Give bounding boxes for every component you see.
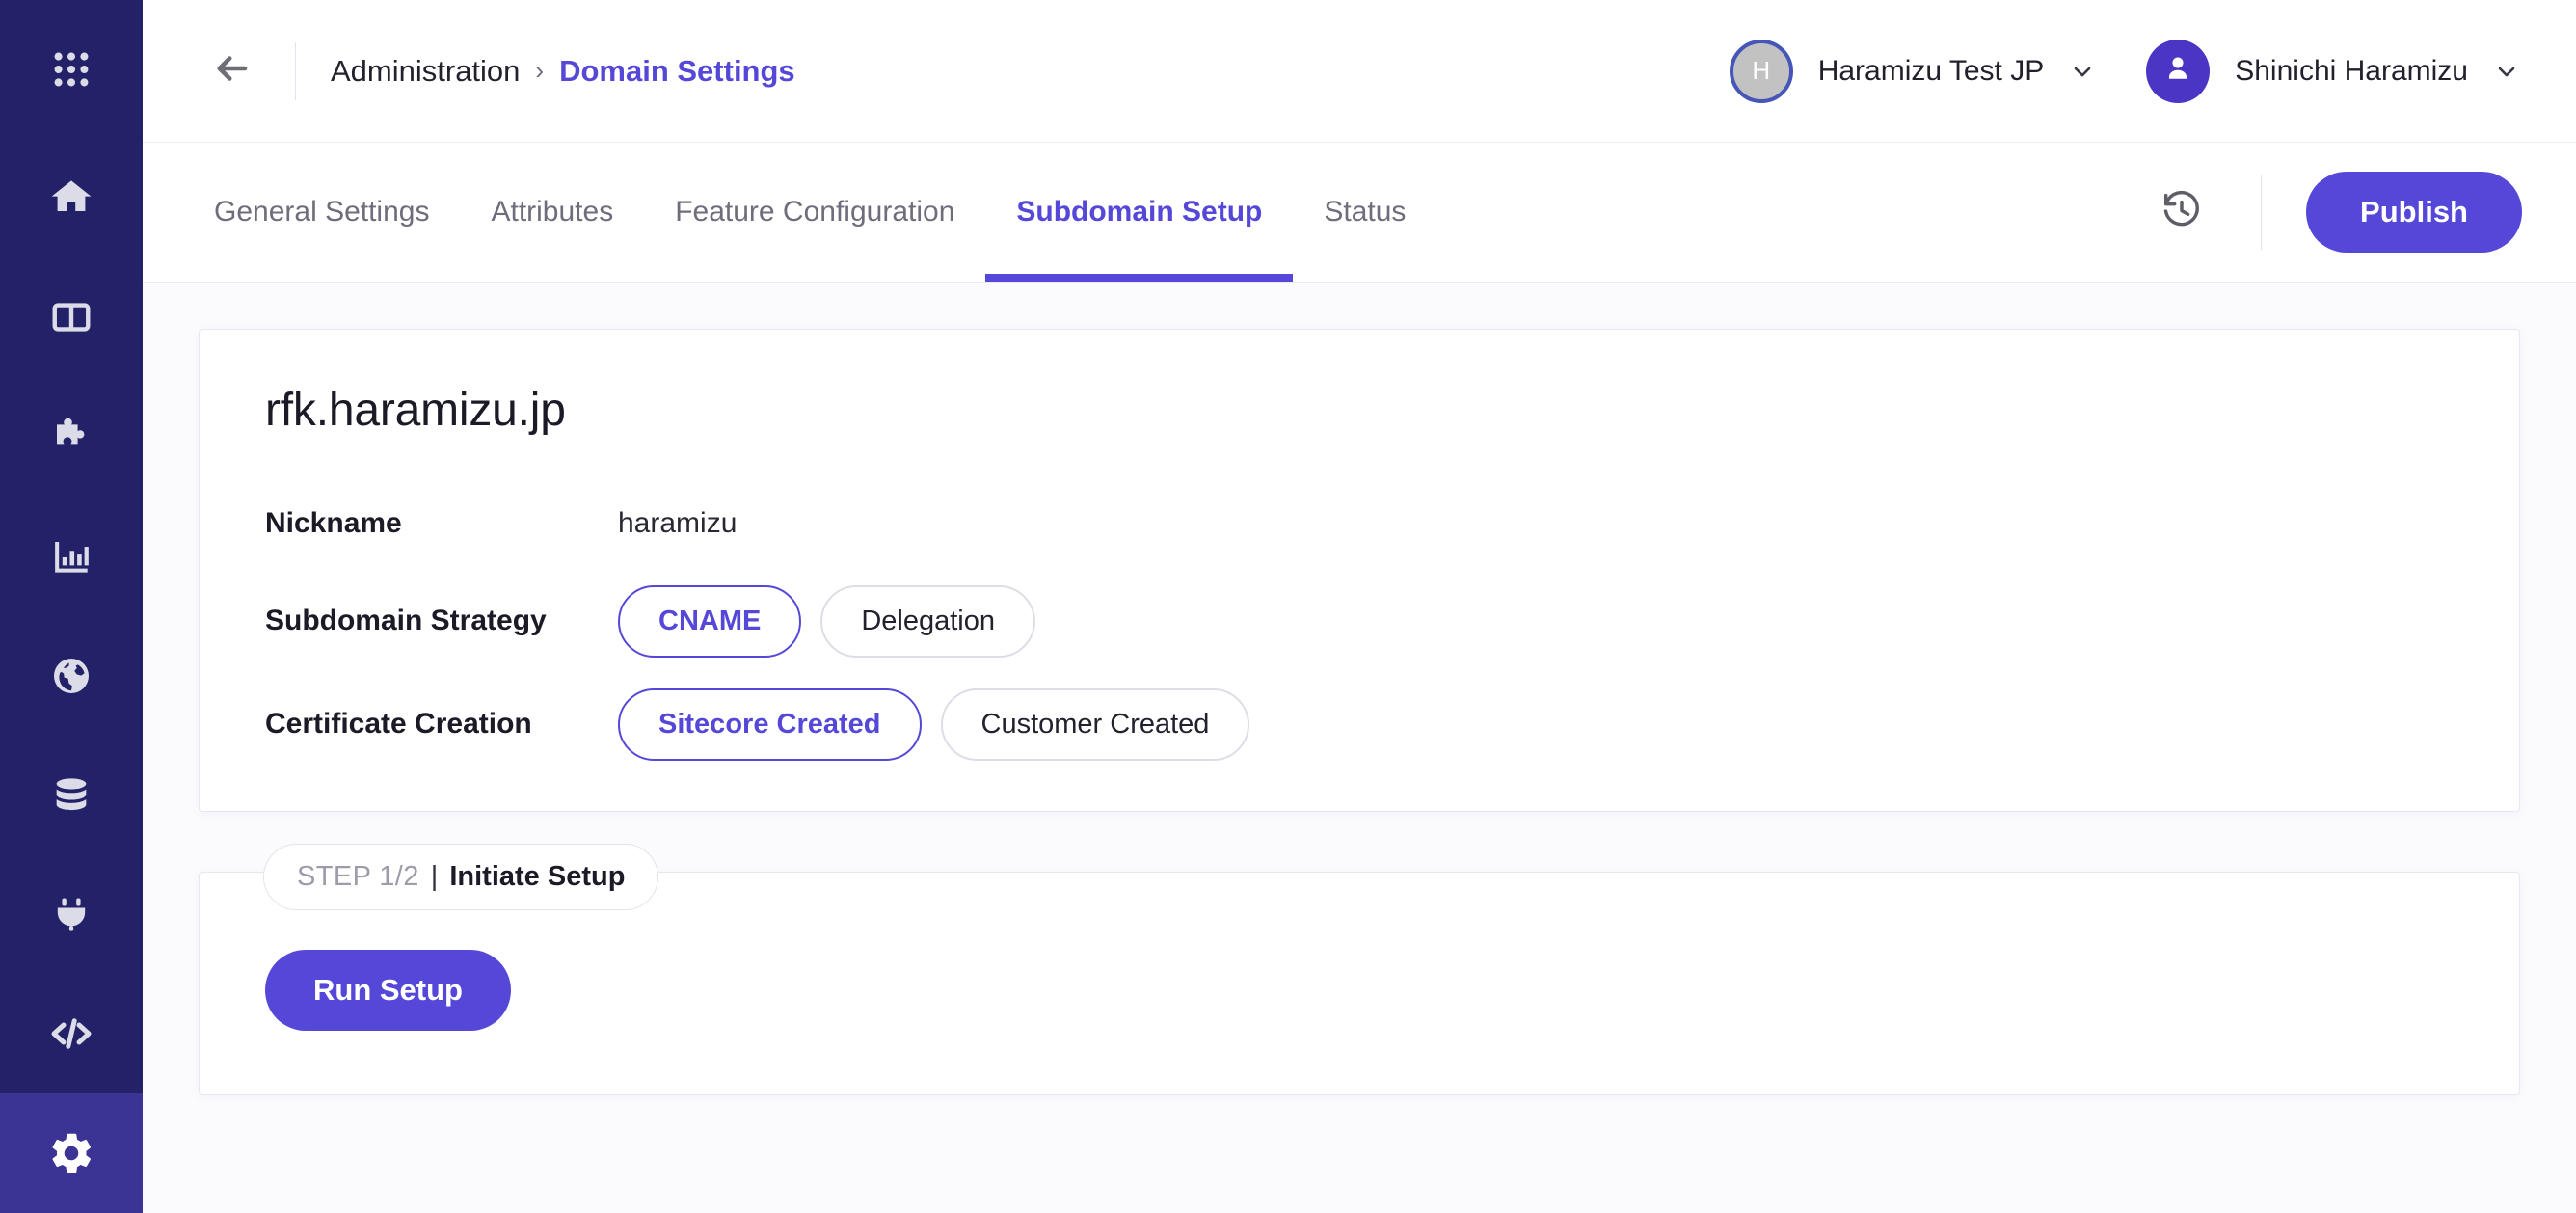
- step-badge-separator: |: [430, 860, 439, 892]
- row-subdomain-strategy: Subdomain Strategy CNAME Delegation: [265, 585, 2454, 658]
- bar-chart-icon: [49, 534, 94, 579]
- sidebar-item-components[interactable]: [0, 377, 143, 497]
- certificate-creation-option-sitecore-created[interactable]: Sitecore Created: [618, 687, 922, 761]
- arrow-left-icon: [211, 48, 252, 94]
- tab-bar: General Settings Attributes Feature Conf…: [143, 143, 2576, 283]
- user-menu[interactable]: Shinichi Haramizu: [2146, 39, 2520, 103]
- tabbar-divider: [2261, 175, 2263, 250]
- subdomain-strategy-option-cname[interactable]: CNAME: [618, 585, 802, 658]
- history-button[interactable]: [2147, 177, 2216, 247]
- subdomain-strategy-segmented-control: CNAME Delegation: [618, 585, 1035, 658]
- step-name: Initiate Setup: [449, 860, 626, 892]
- certificate-creation-segmented-control: Sitecore Created Customer Created: [618, 687, 1250, 761]
- sidebar-item-app-launcher[interactable]: [0, 0, 143, 138]
- breadcrumb: Administration › Domain Settings: [331, 54, 795, 89]
- page-title: Domain Settings: [559, 53, 795, 88]
- setup-step-card: STEP 1/2 | Initiate Setup Run Setup: [199, 843, 2520, 1095]
- database-icon: [49, 772, 94, 817]
- sidebar-item-content-hub[interactable]: [0, 736, 143, 855]
- nickname-value: haramizu: [618, 507, 738, 539]
- row-nickname: Nickname haramizu: [265, 493, 2454, 554]
- topbar-divider: [295, 41, 296, 100]
- org-name-label: Haramizu Test JP: [1817, 54, 2045, 87]
- app-root: Administration › Domain Settings H Haram…: [0, 0, 2576, 1213]
- tab-label: Subdomain Setup: [1016, 196, 1263, 228]
- certificate-creation-label: Certificate Creation: [265, 708, 532, 741]
- content-area: rfk.haramizu.jp Nickname haramizu Subdom…: [143, 283, 2576, 1213]
- gear-icon: [47, 1129, 95, 1177]
- tab-general-settings[interactable]: General Settings: [183, 143, 460, 282]
- tab-attributes[interactable]: Attributes: [460, 143, 644, 282]
- user-name-label: Shinichi Haramizu: [2235, 54, 2468, 87]
- tab-label: Feature Configuration: [675, 196, 955, 228]
- sidebar-item-home[interactable]: [0, 138, 143, 257]
- tab-feature-configuration[interactable]: Feature Configuration: [644, 143, 985, 282]
- org-switcher[interactable]: H Haramizu Test JP: [1729, 39, 2097, 103]
- domain-name-heading: rfk.haramizu.jp: [265, 385, 566, 436]
- tab-label: Attributes: [491, 196, 614, 228]
- left-sidebar: [0, 0, 143, 1213]
- nickname-label: Nickname: [265, 507, 402, 539]
- tab-label: General Settings: [214, 196, 430, 228]
- sidebar-item-sites[interactable]: [0, 616, 143, 736]
- row-certificate-creation: Certificate Creation Sitecore Created Cu…: [265, 687, 2454, 761]
- sidebar-item-settings[interactable]: [0, 1093, 143, 1213]
- tab-status[interactable]: Status: [1293, 143, 1436, 282]
- sidebar-item-connect[interactable]: [0, 854, 143, 974]
- grid-dots-icon: [49, 47, 94, 92]
- tab-subdomain-setup[interactable]: Subdomain Setup: [985, 143, 1294, 282]
- chevron-down-icon: [2493, 58, 2520, 85]
- subdomain-strategy-option-delegation[interactable]: Delegation: [820, 585, 1035, 658]
- certificate-creation-option-customer-created[interactable]: Customer Created: [940, 687, 1250, 761]
- globe-icon: [48, 653, 94, 699]
- back-button[interactable]: [183, 48, 280, 94]
- domain-settings-card: rfk.haramizu.jp Nickname haramizu Subdom…: [199, 329, 2520, 812]
- sidebar-item-developer[interactable]: [0, 974, 143, 1093]
- run-setup-button[interactable]: Run Setup: [265, 949, 511, 1031]
- main-area: Administration › Domain Settings H Haram…: [143, 0, 2576, 1213]
- breadcrumb-root[interactable]: Administration: [331, 54, 520, 89]
- code-icon: [48, 1011, 94, 1057]
- breadcrumb-separator-icon: ›: [535, 56, 545, 85]
- org-avatar: H: [1729, 39, 1793, 103]
- plug-icon: [49, 892, 94, 936]
- history-clock-icon: [2160, 189, 2203, 236]
- sidebar-item-pages[interactable]: [0, 257, 143, 377]
- tab-bar-actions: Publish: [2147, 143, 2576, 282]
- tab-label: Status: [1324, 196, 1407, 228]
- layout-columns-icon: [49, 295, 94, 339]
- topbar-right-group: H Haramizu Test JP Shinichi Haramizu: [1729, 39, 2520, 103]
- sidebar-item-analytics[interactable]: [0, 497, 143, 616]
- subdomain-strategy-label: Subdomain Strategy: [265, 605, 547, 637]
- tab-list: General Settings Attributes Feature Conf…: [183, 143, 1436, 282]
- home-icon: [48, 175, 94, 221]
- chevron-down-icon: [2069, 58, 2096, 85]
- step-counter: STEP 1/2: [297, 860, 419, 892]
- avatar: [2146, 39, 2211, 103]
- status-badge: STEP 1/2 | Initiate Setup: [263, 843, 659, 910]
- puzzle-piece-icon: [48, 414, 94, 460]
- person-icon: [2160, 51, 2195, 91]
- top-bar: Administration › Domain Settings H Haram…: [143, 0, 2576, 143]
- publish-button[interactable]: Publish: [2306, 172, 2522, 253]
